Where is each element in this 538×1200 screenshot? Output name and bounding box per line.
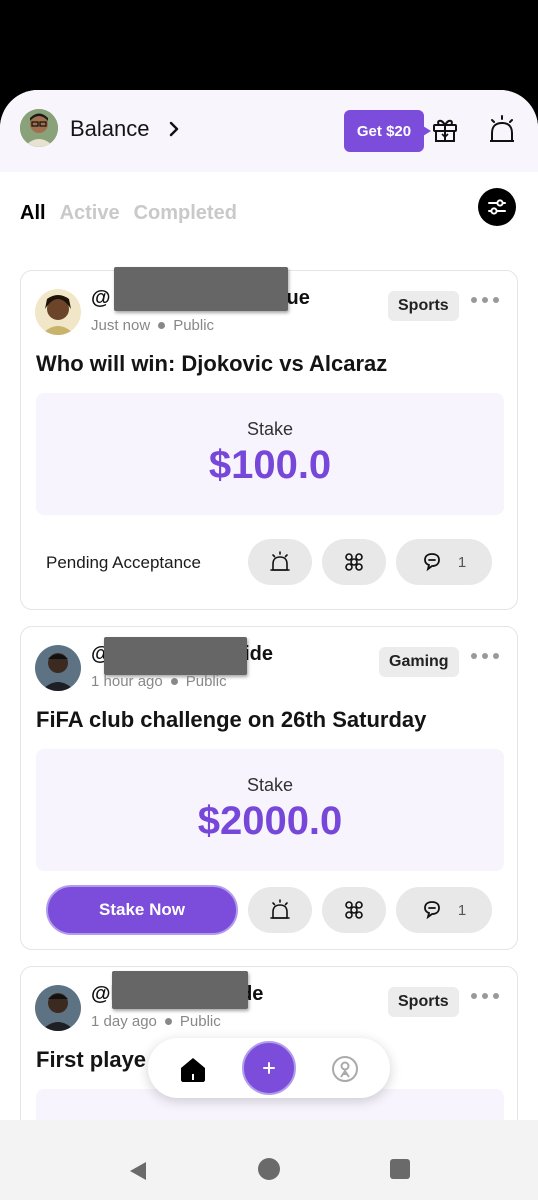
comment-count: 1 <box>457 553 467 571</box>
comments-button[interactable]: 1 <box>396 887 492 933</box>
tab-bar: All Active Completed <box>20 198 237 228</box>
nav-home-button[interactable] <box>178 1054 208 1084</box>
stake-label: Stake <box>246 775 294 795</box>
system-home-icon[interactable] <box>258 1158 280 1180</box>
handle-start: @ <box>91 287 111 309</box>
back-icon[interactable] <box>128 1160 148 1182</box>
bet-title: First playe <box>36 1047 147 1072</box>
comment-count: 1 <box>457 901 467 919</box>
notifications-button[interactable] <box>484 112 520 148</box>
stake-box: Stake $2000.0 <box>36 749 504 871</box>
post-visibility: Public <box>179 1013 221 1030</box>
app-screen: Balance Get $20 All Active Completed @ u… <box>0 90 538 1120</box>
status-bar <box>0 0 538 92</box>
balance-button[interactable]: Balance <box>70 112 184 146</box>
category-badge: Sports <box>388 987 459 1017</box>
stake-amount: $2000.0 <box>197 799 343 843</box>
bet-status: Pending Acceptance <box>46 553 202 572</box>
redaction-bar <box>114 267 288 311</box>
bell-icon <box>490 115 514 142</box>
balance-label: Balance <box>70 116 150 141</box>
post-visibility: Public <box>185 673 227 690</box>
redaction-bar <box>112 971 248 1009</box>
handle-end: ue <box>286 287 310 309</box>
participants-button[interactable] <box>322 539 386 585</box>
chevron-right-icon <box>169 121 178 137</box>
post-meta: Just now Public <box>91 317 214 334</box>
alarm-button[interactable] <box>248 539 312 585</box>
gift-button[interactable] <box>427 112 463 148</box>
post-time: 1 hour ago <box>91 673 163 690</box>
redaction-bar <box>104 637 247 675</box>
stake-label: Stake <box>246 419 294 439</box>
poster-avatar[interactable] <box>35 985 81 1031</box>
chat-icon <box>423 553 440 572</box>
bet-title: Who will win: Djokovic vs Alcaraz <box>36 351 388 376</box>
category-badge: Sports <box>388 291 459 321</box>
recents-icon[interactable] <box>390 1159 410 1179</box>
post-meta: 1 day ago Public <box>91 1013 221 1030</box>
gift-icon <box>433 119 457 142</box>
header: Balance Get $20 <box>0 90 538 172</box>
category-badge: Gaming <box>379 647 459 677</box>
more-options-button[interactable] <box>471 993 499 999</box>
chat-icon <box>423 901 440 920</box>
stake-amount: $100.0 <box>208 443 332 487</box>
tab-active[interactable]: Active <box>60 202 120 225</box>
post-time: Just now <box>91 317 151 334</box>
more-options-button[interactable] <box>471 653 499 659</box>
tab-completed[interactable]: Completed <box>134 202 237 225</box>
bet-title: FiFA club challenge on 26th Saturday <box>36 707 427 732</box>
alarm-icon <box>270 551 290 571</box>
tab-all[interactable]: All <box>20 202 46 225</box>
get-promo-button[interactable]: Get $20 <box>344 110 431 152</box>
filter-icon <box>488 199 506 215</box>
stake-now-button[interactable]: Stake Now <box>46 885 238 935</box>
home-icon <box>181 1058 205 1082</box>
alarm-button[interactable] <box>248 887 312 933</box>
poster-avatar[interactable] <box>35 645 81 691</box>
create-bet-button[interactable] <box>242 1041 296 1095</box>
post-visibility: Public <box>173 317 215 334</box>
system-nav-bar <box>0 1120 538 1200</box>
user-avatar[interactable] <box>20 109 58 147</box>
separator-dot <box>164 1018 172 1025</box>
plus-icon <box>263 1062 275 1074</box>
bet-card[interactable]: @ ue Just now Public Sports Who will win:… <box>20 267 518 610</box>
profile-icon <box>332 1056 358 1082</box>
more-options-button[interactable] <box>471 297 499 303</box>
separator-dot <box>158 322 166 329</box>
filter-button[interactable] <box>478 188 516 226</box>
nav-profile-button[interactable] <box>330 1054 360 1084</box>
comments-button[interactable]: 1 <box>396 539 492 585</box>
separator-dot <box>170 678 178 685</box>
post-meta: 1 hour ago Public <box>91 673 227 690</box>
participants-button[interactable] <box>322 887 386 933</box>
poster-avatar[interactable] <box>35 289 81 335</box>
network-icon <box>345 553 363 571</box>
bottom-nav <box>148 1038 390 1098</box>
alarm-icon <box>270 899 290 919</box>
post-time: 1 day ago <box>91 1013 157 1030</box>
stake-box: Stake $100.0 <box>36 393 504 515</box>
bet-card[interactable]: @ jide 1 hour ago Public Gaming FiFA club… <box>20 626 518 950</box>
network-icon <box>345 901 363 919</box>
